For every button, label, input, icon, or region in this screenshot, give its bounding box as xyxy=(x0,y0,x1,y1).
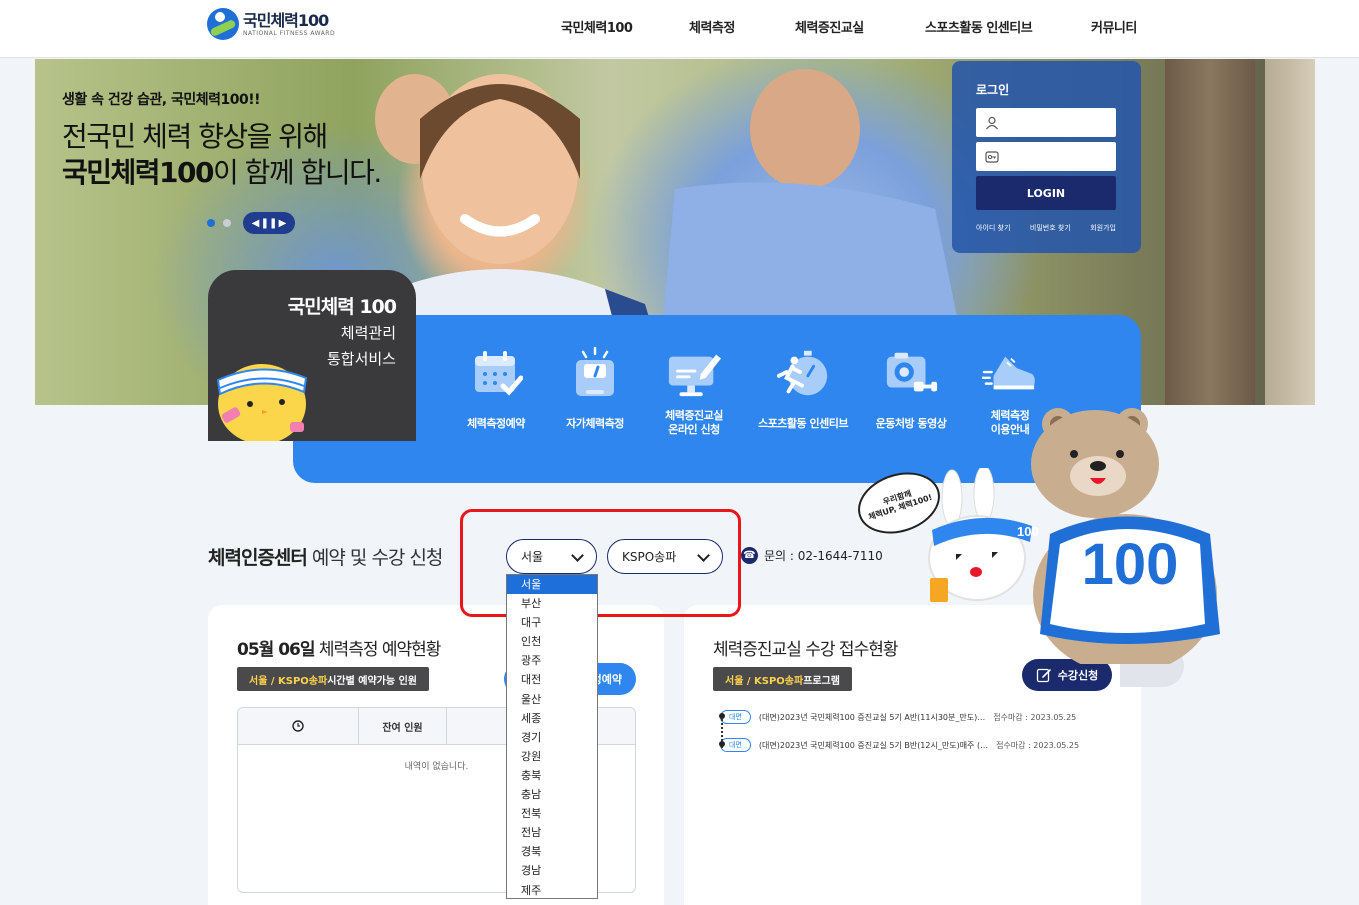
program-title: (대면)2023년 국민체력100 증진교실 5기 B반(12시_만도)매주 (… xyxy=(758,740,989,750)
clock-icon xyxy=(292,720,304,732)
login-password-input[interactable] xyxy=(976,142,1116,171)
region-dropdown-list: 서울 부산 대구 인천 광주 대전 울산 세종 경기 강원 충북 충남 전북 전남 경북 경남 제주 xyxy=(506,574,598,899)
reservation-card-title: 05월 06일 체력측정 예약현황 xyxy=(237,640,441,660)
service-label: 자가체력측정 xyxy=(566,417,624,430)
service-online-class[interactable]: 체력증진교실 온라인 신청 xyxy=(644,345,744,437)
intro-card-line1: 체력관리 xyxy=(340,324,396,342)
nav-item-fitness100[interactable]: 국민체력100 xyxy=(561,17,633,36)
region-option[interactable]: 강원 xyxy=(507,747,597,766)
region-option[interactable]: 제주 xyxy=(507,881,597,900)
nav-item-fitness-class[interactable]: 체력증진교실 xyxy=(795,17,864,36)
chick-mascot-icon xyxy=(216,364,308,441)
service-label: 운동처방 동영상 xyxy=(875,417,947,430)
login-title: 로그인 xyxy=(976,83,1010,97)
service-exercise-video[interactable]: 운동처방 동영상 xyxy=(861,345,961,431)
nav-item-measurement[interactable]: 체력측정 xyxy=(689,17,735,36)
timeline-dot xyxy=(719,713,725,719)
intro-card-title: 국민체력 100 xyxy=(287,296,397,318)
pause-icon[interactable]: ❚❚ xyxy=(261,218,278,229)
hero-subtitle: 생활 속 건강 습관, 국민체력100!! xyxy=(62,92,261,108)
highlight-box xyxy=(460,509,741,617)
reservation-tag: 서울 / KSPO송파 시간별 예약가능 인원 xyxy=(237,667,429,691)
region-option[interactable]: 인천 xyxy=(507,632,597,651)
calendar-check-icon xyxy=(475,351,523,396)
nav-item-community[interactable]: 커뮤니티 xyxy=(1091,17,1137,36)
find-password-link[interactable]: 비밀번호 찾기 xyxy=(1030,223,1071,233)
service-menu: 체력측정예약 자가체력측정 체력증진교실 온라인 신청 스포츠활동 인센티브 운… xyxy=(293,315,1141,483)
hero-headline-2: 국민체력100이 함께 합니다. xyxy=(62,156,382,189)
site-header: 국민체력100 NATIONAL FITNESS AWARD 국민체력100 체… xyxy=(0,0,1359,58)
slide-pagination: ◀ ❚❚ ▶ xyxy=(207,212,295,234)
slide-dot-2[interactable] xyxy=(223,219,231,227)
nav-item-incentive[interactable]: 스포츠활동 인센티브 xyxy=(925,17,1033,36)
bunny-mascot-icon: 100 xyxy=(928,468,1039,602)
center-section-title: 체력인증센터 예약 및 수강 신청 xyxy=(208,547,443,569)
slide-dot-1[interactable] xyxy=(207,219,215,227)
intro-card: 국민체력 100 체력관리 통합서비스 xyxy=(208,270,416,441)
svg-text:100: 100 xyxy=(1017,524,1039,539)
main-nav: 국민체력100 체력측정 체력증진교실 스포츠활동 인센티브 커뮤니티 xyxy=(0,17,1359,37)
login-button[interactable]: LOGIN xyxy=(976,176,1116,210)
region-option[interactable]: 서울 xyxy=(507,575,597,595)
program-deadline: 접수마감 : 2023.05.25 xyxy=(993,712,1077,722)
prev-icon[interactable]: ◀ xyxy=(252,218,260,229)
service-label: 체력증진교실 온라인 신청 xyxy=(665,409,723,436)
region-option[interactable]: 세종 xyxy=(507,709,597,728)
region-option[interactable]: 대전 xyxy=(507,670,597,689)
col-remaining: 잔여 인원 xyxy=(359,708,447,744)
login-panel: 로그인 LOGIN 아이디 찾기 비밀번호 찾기 회원가입 xyxy=(952,61,1141,253)
class-card-title: 체력증진교실 수강 접수현황 xyxy=(713,640,898,660)
region-option[interactable]: 울산 xyxy=(507,690,597,709)
service-label: 체력측정예약 xyxy=(467,417,525,430)
region-option[interactable]: 경북 xyxy=(507,842,597,861)
region-option[interactable]: 경남 xyxy=(507,861,597,880)
region-option[interactable]: 부산 xyxy=(507,594,597,613)
login-id-input[interactable] xyxy=(976,108,1116,137)
hero-headline-1: 전국민 체력 향상을 위해 xyxy=(62,120,328,153)
find-id-link[interactable]: 아이디 찾기 xyxy=(976,223,1010,233)
class-tag: 서울 / KSPO송파 프로그램 xyxy=(713,667,853,691)
col-time xyxy=(238,708,359,744)
timeline-dot xyxy=(719,741,725,747)
user-icon xyxy=(986,116,998,129)
region-option[interactable]: 경기 xyxy=(507,728,597,747)
login-links: 아이디 찾기 비밀번호 찾기 회원가입 xyxy=(976,223,1116,233)
region-option[interactable]: 전남 xyxy=(507,823,597,842)
key-icon xyxy=(985,150,999,163)
signup-link[interactable]: 회원가입 xyxy=(1090,223,1116,233)
runner-stopwatch-icon xyxy=(776,350,828,396)
slide-controls: ◀ ❚❚ ▶ xyxy=(243,212,295,234)
program-item[interactable]: 대면 (대면)2023년 국민체력100 증진교실 5기 A반(11시30분_만… xyxy=(720,710,1076,724)
service-incentive[interactable]: 스포츠활동 인센티브 xyxy=(753,345,853,431)
region-option[interactable]: 대구 xyxy=(507,613,597,632)
service-reservation[interactable]: 체력측정예약 xyxy=(446,345,546,431)
svg-text:100: 100 xyxy=(1082,532,1179,597)
monitor-pen-icon xyxy=(668,354,722,397)
program-item[interactable]: 대면 (대면)2023년 국민체력100 증진교실 5기 B반(12시_만도)매… xyxy=(720,738,1079,752)
region-option[interactable]: 전북 xyxy=(507,804,597,823)
region-option[interactable]: 충남 xyxy=(507,785,597,804)
program-title: (대면)2023년 국민체력100 증진교실 5기 A반(11시30분_만도)… xyxy=(758,712,986,722)
program-deadline: 접수마감 : 2023.05.25 xyxy=(996,740,1080,750)
intro-card-line2: 통합서비스 xyxy=(326,350,396,368)
sneaker-icon xyxy=(982,356,1035,390)
contact-phone: ☎ 문의 : 02-1644-7110 xyxy=(741,547,883,564)
next-icon[interactable]: ▶ xyxy=(279,218,287,229)
camera-icon xyxy=(886,352,938,392)
service-self-measure[interactable]: 자가체력측정 xyxy=(545,345,645,431)
region-option[interactable]: 광주 xyxy=(507,651,597,670)
edit-icon xyxy=(1036,668,1051,683)
phone-icon: ☎ xyxy=(741,547,758,564)
region-option[interactable]: 충북 xyxy=(507,766,597,785)
scale-icon xyxy=(576,346,614,396)
service-label: 스포츠활동 인센티브 xyxy=(758,417,848,430)
